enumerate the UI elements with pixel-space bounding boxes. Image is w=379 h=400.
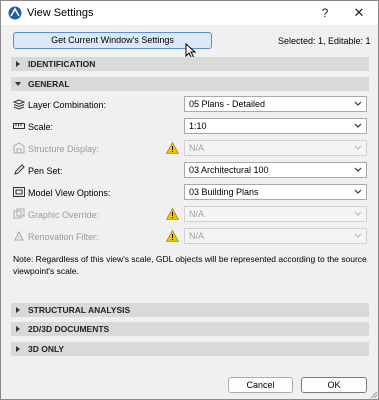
section-general[interactable]: GENERAL: [11, 77, 369, 91]
expand-arrow-icon: [16, 307, 20, 313]
pen-icon: [14, 164, 25, 175]
model-view-options-value: 03 Building Plans: [189, 187, 259, 197]
graphic-override-value: N/A: [189, 209, 205, 219]
structure-display-select: N/A: [184, 140, 367, 156]
get-current-window-settings-button[interactable]: Get Current Window's Settings: [13, 32, 212, 49]
layer-combination-value: 05 Plans - Detailed: [189, 99, 266, 109]
layers-icon: [13, 99, 25, 110]
section-3d-only-label: 3D ONLY: [28, 344, 65, 354]
renovation-filter-value: N/A: [189, 231, 205, 241]
chevron-down-icon: [354, 123, 362, 128]
pen-set-value: 03 Architectural 100: [189, 165, 269, 175]
section-identification[interactable]: IDENTIFICATION: [11, 57, 369, 71]
scale-select[interactable]: 1:10: [184, 118, 367, 134]
expand-arrow-icon: [16, 61, 20, 67]
scale-value: 1:10: [189, 121, 207, 131]
model-view-icon: [13, 187, 25, 197]
scale-note: Note: Regardless of this view's scale, G…: [13, 254, 367, 276]
archicad-icon: [8, 6, 22, 20]
renovation-filter-label: Renovation Filter:: [28, 232, 99, 242]
chevron-down-icon: [354, 189, 362, 194]
model-view-options-label: Model View Options:: [28, 188, 111, 198]
renovation-icon: [14, 230, 24, 241]
scale-label: Scale:: [28, 122, 54, 132]
structure-icon: [13, 142, 25, 154]
title-bar: View Settings ? ✕: [1, 1, 378, 25]
warning-icon: [166, 208, 179, 220]
model-view-options-select[interactable]: 03 Building Plans: [184, 184, 367, 200]
view-settings-dialog: View Settings ? ✕ Get Current Window's S…: [0, 0, 379, 400]
section-2d3d-documents-label: 2D/3D DOCUMENTS: [28, 324, 110, 334]
expand-arrow-icon: [16, 326, 20, 332]
chevron-down-icon: [354, 101, 362, 106]
warning-icon: [166, 142, 179, 154]
structure-display-label: Structure Display:: [28, 144, 100, 154]
layer-combination-select[interactable]: 05 Plans - Detailed: [184, 96, 367, 112]
section-structural-analysis-label: STRUCTURAL ANALYSIS: [28, 305, 131, 315]
structure-display-value: N/A: [189, 143, 205, 153]
selection-status: Selected: 1, Editable: 1: [278, 36, 371, 46]
pen-set-label: Pen Set:: [28, 166, 63, 176]
graphic-override-label: Graphic Override:: [28, 210, 100, 220]
chevron-down-icon: [354, 233, 362, 238]
window-title: View Settings: [27, 7, 94, 19]
help-button[interactable]: ?: [317, 5, 333, 21]
chevron-down-icon: [354, 167, 362, 172]
cancel-button[interactable]: Cancel: [228, 377, 293, 393]
pen-set-select[interactable]: 03 Architectural 100: [184, 162, 367, 178]
collapse-arrow-icon: [15, 82, 21, 86]
chevron-down-icon: [354, 145, 362, 150]
renovation-filter-select: N/A: [184, 228, 367, 244]
section-general-label: GENERAL: [28, 79, 70, 89]
close-button[interactable]: ✕: [351, 5, 367, 21]
section-3d-only[interactable]: 3D ONLY: [11, 342, 369, 356]
graphic-override-select: N/A: [184, 206, 367, 222]
ruler-icon: [13, 123, 25, 129]
layer-combination-label: Layer Combination:: [28, 100, 107, 110]
resize-grip-icon[interactable]: [369, 390, 378, 399]
graphic-override-icon: [13, 208, 25, 219]
section-identification-label: IDENTIFICATION: [28, 59, 96, 69]
warning-icon: [166, 230, 179, 242]
chevron-down-icon: [354, 211, 362, 216]
expand-arrow-icon: [16, 346, 20, 352]
section-structural-analysis[interactable]: STRUCTURAL ANALYSIS: [11, 303, 369, 317]
section-2d3d-documents[interactable]: 2D/3D DOCUMENTS: [11, 322, 369, 336]
ok-button[interactable]: OK: [301, 377, 367, 393]
